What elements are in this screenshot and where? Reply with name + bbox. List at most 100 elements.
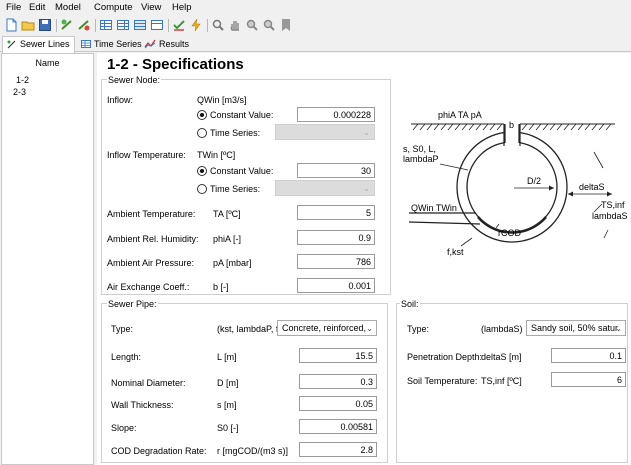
length-field[interactable]: 15.5 xyxy=(299,348,377,363)
table-icon xyxy=(81,39,91,51)
inflow-constant-field[interactable]: 0.000228 xyxy=(297,107,375,122)
temp-timeseries-radio[interactable] xyxy=(197,184,207,194)
wall-thickness-label: Wall Thickness: xyxy=(111,400,174,410)
tab-bar: Sewer Lines Time Series Results xyxy=(0,36,631,53)
toolbar xyxy=(0,16,631,35)
diagram-rcod-label: rCOD xyxy=(498,228,521,238)
list-item[interactable]: 2-3 xyxy=(13,87,26,97)
humidity-label: Ambient Rel. Humidity: xyxy=(107,234,199,244)
save-icon[interactable] xyxy=(38,18,52,32)
menu-compute[interactable]: Compute xyxy=(94,2,133,13)
slope-label: Slope: xyxy=(111,423,137,433)
table-icon-4[interactable] xyxy=(150,18,164,32)
air-exchange-field[interactable]: 0.001 xyxy=(297,278,375,293)
chart-line-icon xyxy=(144,39,156,51)
sewer-lines-icon xyxy=(7,39,17,51)
table-icon-3[interactable] xyxy=(133,18,147,32)
diagram-pipe-params-1: s, S0, L, xyxy=(403,144,436,154)
inflow-constant-label: Constant Value: xyxy=(210,110,274,120)
diameter-field[interactable]: 0.3 xyxy=(299,374,377,389)
diagram-ts-inf-label: TS,inf xyxy=(601,200,625,210)
menu-edit[interactable]: Edit xyxy=(29,2,45,13)
open-folder-icon[interactable] xyxy=(21,18,35,32)
penetration-label: Penetration Depth: xyxy=(407,352,483,362)
wall-thickness-field[interactable]: 0.05 xyxy=(299,396,377,411)
inflow-constant-radio[interactable] xyxy=(197,110,207,120)
soil-temp-field[interactable]: 6 xyxy=(551,372,626,387)
inflow-symbol: QWin [m3/s] xyxy=(197,95,247,105)
cod-rate-field[interactable]: 2.8 xyxy=(299,442,377,457)
diagram-inflow-label: QWin TWin xyxy=(411,203,457,213)
zoom-in-icon[interactable] xyxy=(245,18,259,32)
ambient-temp-field[interactable]: 5 xyxy=(297,205,375,220)
zoom-out-icon[interactable] xyxy=(262,18,276,32)
menu-help[interactable]: Help xyxy=(172,2,192,13)
menu-model[interactable]: Model xyxy=(55,2,81,13)
soil-type-symbol: (lambdaS) xyxy=(481,324,523,334)
tab-time-series[interactable]: Time Series xyxy=(77,37,146,52)
inflow-temp-symbol: TWin [ºC] xyxy=(197,150,236,160)
pipe-type-symbol: (kst, lambdaP, f) xyxy=(217,324,282,334)
sewer-lines-list: Name 1-2 2-3 xyxy=(1,53,94,465)
diameter-symbol: D [m] xyxy=(217,378,239,388)
tab-results-label: Results xyxy=(159,39,190,49)
table-icon-2[interactable] xyxy=(116,18,130,32)
temp-constant-field[interactable]: 30 xyxy=(297,163,375,178)
soil-temp-label: Soil Temperature: xyxy=(407,376,478,386)
inflow-timeseries-select[interactable]: ⌄ xyxy=(275,124,375,140)
diagram-d2-label: D/2 xyxy=(527,176,541,186)
soil-type-select[interactable]: Sandy soil, 50% satur ⌄ xyxy=(526,320,626,336)
temp-constant-label: Constant Value: xyxy=(210,166,274,176)
slope-field[interactable]: 0.00581 xyxy=(299,419,377,434)
pipe-type-value: Concrete, reinforced, xyxy=(282,323,367,333)
air-exchange-label: Air Exchange Coeff.: xyxy=(107,282,190,292)
add-line-icon[interactable] xyxy=(77,18,91,32)
wall-thickness-symbol: s [m] xyxy=(217,400,237,410)
chevron-down-icon: ⌄ xyxy=(366,324,373,333)
bookmark-icon[interactable] xyxy=(279,18,293,32)
list-item[interactable]: 1-2 xyxy=(16,75,29,85)
table-icon-1[interactable] xyxy=(99,18,113,32)
page-title: 1-2 - Specifications xyxy=(107,56,244,73)
zoom-icon[interactable] xyxy=(211,18,225,32)
add-node-icon[interactable] xyxy=(60,18,74,32)
ambient-temp-label: Ambient Temperature: xyxy=(107,209,196,219)
temp-constant-radio[interactable] xyxy=(197,166,207,176)
menu-bar: File Edit Model Compute View Help xyxy=(0,0,631,16)
ambient-temp-symbol: TA [ºC] xyxy=(213,209,241,219)
pan-hand-icon[interactable] xyxy=(228,18,242,32)
length-label: Length: xyxy=(111,352,142,362)
menu-view[interactable]: View xyxy=(141,2,161,13)
sewer-pipe-legend: Sewer Pipe: xyxy=(107,299,158,309)
penetration-symbol: deltaS [m] xyxy=(481,352,522,362)
diagram-top-label: phiA TA pA xyxy=(438,110,482,120)
inflow-temp-label: Inflow Temperature: xyxy=(107,150,186,160)
inflow-timeseries-radio[interactable] xyxy=(197,128,207,138)
length-symbol: L [m] xyxy=(217,352,237,362)
chevron-down-icon: ⌄ xyxy=(615,324,622,333)
soil-temp-symbol: TS,inf [ºC] xyxy=(481,376,522,386)
tab-time-series-label: Time Series xyxy=(94,39,142,49)
tab-sewer-lines-label: Sewer Lines xyxy=(20,39,70,49)
pipe-type-label: Type: xyxy=(111,324,134,334)
menu-file[interactable]: File xyxy=(6,2,21,13)
pressure-symbol: pA [mbar] xyxy=(213,258,252,268)
tab-sewer-lines[interactable]: Sewer Lines xyxy=(2,36,75,53)
temp-timeseries-select[interactable]: ⌄ xyxy=(275,180,375,196)
inflow-timeseries-label: Time Series: xyxy=(210,128,261,138)
sewer-pipe-diagram: phiA TA pA b s, S0, L, lambdaP D/2 delta… xyxy=(403,110,628,257)
pipe-type-select[interactable]: Concrete, reinforced, ⌄ xyxy=(277,320,377,336)
run-icon[interactable] xyxy=(189,18,203,32)
diagram-b-label: b xyxy=(509,120,514,130)
sewer-node-legend: Sewer Node: xyxy=(107,75,162,85)
new-file-icon[interactable] xyxy=(4,18,18,32)
tab-results[interactable]: Results xyxy=(140,37,193,52)
check-icon[interactable] xyxy=(172,18,186,32)
humidity-field[interactable]: 0.9 xyxy=(297,230,375,245)
air-exchange-symbol: b [-] xyxy=(213,282,229,292)
soil-type-value: Sandy soil, 50% satur xyxy=(531,323,619,333)
penetration-field[interactable]: 0.1 xyxy=(551,348,626,363)
pressure-field[interactable]: 786 xyxy=(297,254,375,269)
list-header-name[interactable]: Name xyxy=(2,54,93,70)
cod-rate-label: COD Degradation Rate: xyxy=(111,446,207,456)
